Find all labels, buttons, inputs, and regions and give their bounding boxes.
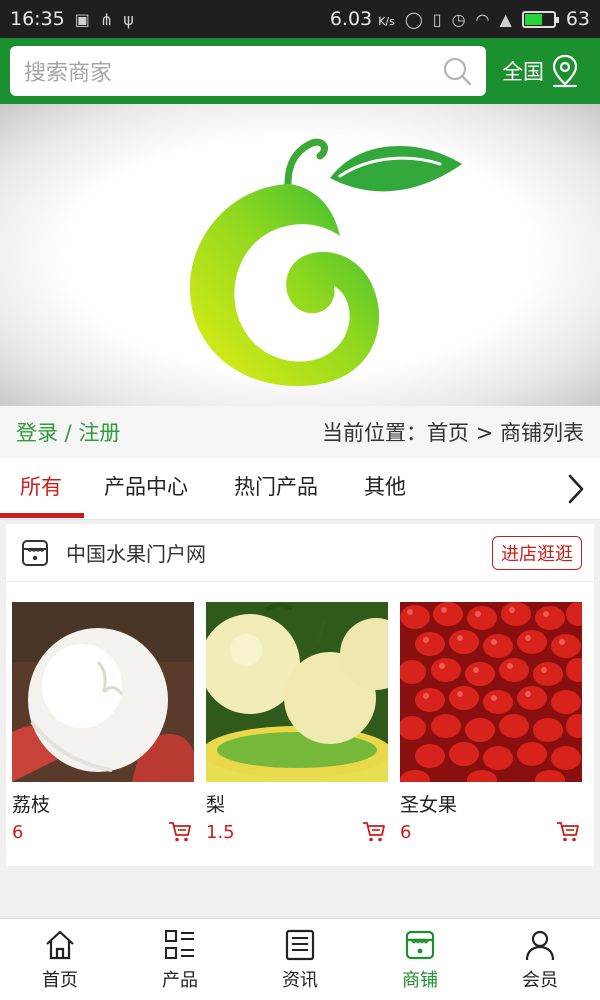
- nav-products-label: 产品: [162, 969, 198, 991]
- nav-news[interactable]: 资讯: [240, 919, 360, 1000]
- product-price: 1.5: [206, 821, 235, 843]
- battery-level: 63: [565, 8, 590, 30]
- tab-hot-products[interactable]: 热门产品: [234, 458, 318, 520]
- lychee-image[interactable]: [12, 602, 194, 782]
- pear-image[interactable]: [206, 602, 388, 782]
- category-tabs: 所有 产品中心 热门产品 其他: [0, 458, 600, 520]
- user-icon: [525, 930, 555, 960]
- product-item[interactable]: 圣女果 6: [400, 602, 582, 843]
- app-header: 搜索商家 全国: [0, 38, 600, 104]
- list-icon: [165, 929, 194, 959]
- share-icon: ⋔: [99, 9, 114, 29]
- login-register-link[interactable]: 登录 / 注册: [16, 417, 120, 447]
- region-selector[interactable]: 全国: [502, 48, 580, 94]
- visit-store-button[interactable]: 进店逛逛: [492, 535, 582, 570]
- signal-icon: ▲: [499, 9, 512, 29]
- product-price: 6: [12, 821, 24, 843]
- store-name[interactable]: 中国水果门户网: [66, 538, 206, 567]
- location-icon: [552, 54, 578, 88]
- wifi-icon: ◠: [475, 9, 490, 29]
- nav-shops-label: 商铺: [402, 969, 438, 991]
- store-icon: [22, 539, 48, 566]
- product-name: 梨: [206, 794, 226, 816]
- vibrate-icon: ▯: [432, 9, 442, 29]
- nav-shops[interactable]: 商铺: [360, 919, 480, 1000]
- home-icon: [46, 930, 74, 959]
- shop-icon: [405, 930, 435, 959]
- bottom-nav: 首页 产品 资讯 商铺 会员: [0, 918, 600, 1000]
- product-item[interactable]: 荔枝 6: [12, 602, 194, 843]
- nav-member-label: 会员: [522, 969, 558, 991]
- status-time: 16:35: [10, 8, 65, 30]
- alarm-icon: ◷: [451, 9, 466, 29]
- status-bar: 16:35 ▣ ⋔ ψ 6.03 K/s ◯ ▯ ◷ ◠ ▲ 63: [0, 0, 600, 38]
- region-label: 全国: [502, 60, 544, 84]
- breadcrumb: 当前位置：首页 > 商铺列表: [322, 421, 584, 445]
- tab-product-center[interactable]: 产品中心: [104, 458, 188, 520]
- search-input[interactable]: 搜索商家: [10, 46, 486, 96]
- product-price: 6: [400, 821, 412, 843]
- search-icon[interactable]: [442, 56, 472, 86]
- battery-icon: [521, 10, 559, 28]
- net-speed: 6.03 K/s: [329, 8, 395, 30]
- location-bar: 登录 / 注册 当前位置：首页 > 商铺列表: [0, 406, 600, 458]
- search-placeholder: 搜索商家: [24, 61, 113, 86]
- store-header: 中国水果门户网 进店逛逛: [6, 524, 594, 582]
- cart-icon[interactable]: [362, 821, 386, 843]
- tab-all[interactable]: 所有: [20, 458, 62, 520]
- fruit-logo: [189, 138, 462, 387]
- cart-icon[interactable]: [556, 821, 580, 843]
- cart-icon[interactable]: [168, 821, 192, 843]
- nav-home-label: 首页: [42, 969, 78, 991]
- chevron-right-icon[interactable]: [562, 472, 590, 506]
- image-icon: ▣: [74, 9, 90, 29]
- nav-member[interactable]: 会员: [480, 919, 600, 1000]
- tab-other[interactable]: 其他: [364, 458, 406, 520]
- nav-news-label: 资讯: [282, 969, 318, 991]
- active-tab-indicator: [0, 513, 84, 518]
- store-card: 中国水果门户网 进店逛逛 荔枝 6 梨 1.5 圣女果 6: [6, 524, 594, 866]
- nav-home[interactable]: 首页: [0, 919, 120, 1000]
- banner-image[interactable]: [0, 104, 600, 406]
- product-name: 圣女果: [400, 794, 458, 816]
- product-item[interactable]: 梨 1.5: [206, 602, 388, 843]
- nav-products[interactable]: 产品: [120, 919, 240, 1000]
- news-icon: [285, 929, 315, 960]
- usb-icon: ψ: [123, 9, 134, 29]
- cherry-tomato-image[interactable]: [400, 602, 582, 782]
- sync-icon: ◯: [404, 9, 423, 29]
- product-name: 荔枝: [12, 794, 51, 816]
